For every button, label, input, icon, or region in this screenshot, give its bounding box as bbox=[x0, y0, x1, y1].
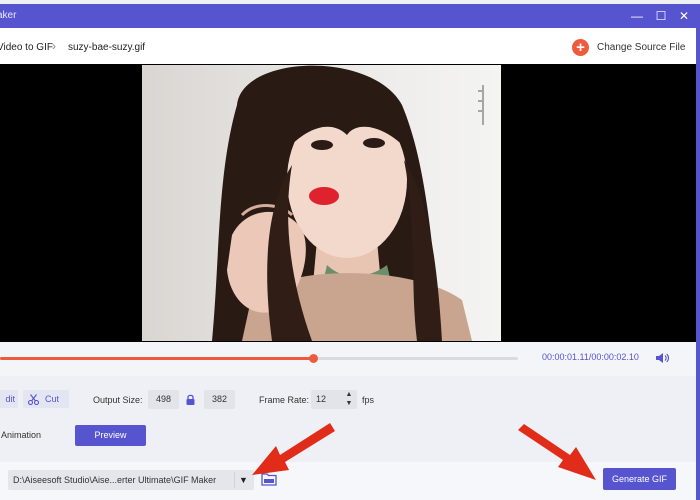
breadcrumb: Video to GIF › suzy-bae-suzy.gif + Chang… bbox=[0, 28, 700, 64]
annotation-arrow-right bbox=[518, 424, 596, 480]
video-frame bbox=[142, 65, 501, 341]
breadcrumb-parent[interactable]: Video to GIF bbox=[0, 42, 53, 53]
width-input[interactable]: 498 bbox=[148, 390, 179, 409]
chevron-up-icon[interactable]: ▲ bbox=[343, 390, 355, 399]
preview-button[interactable]: Preview bbox=[75, 425, 146, 446]
save-path-value: D:\Aiseesoft Studio\Aise...erter Ultimat… bbox=[13, 475, 217, 485]
close-button[interactable]: ✕ bbox=[677, 9, 691, 23]
cut-button[interactable]: Cut bbox=[23, 390, 69, 408]
window-title: aker bbox=[0, 10, 17, 21]
lock-icon[interactable] bbox=[186, 394, 195, 405]
chevron-right-icon: › bbox=[52, 39, 56, 53]
cut-label: Cut bbox=[45, 394, 60, 404]
frame-rate-stepper[interactable]: ▲ ▼ bbox=[343, 390, 355, 409]
annotation-arrow-left bbox=[252, 423, 335, 475]
window-border bbox=[696, 28, 700, 500]
loop-animation-label[interactable]: p Animation bbox=[0, 430, 41, 440]
fps-label: fps bbox=[362, 395, 375, 405]
edit-label: dit bbox=[5, 394, 15, 404]
timeline-bar: 00:00:01.11/00:00:02.10 bbox=[0, 342, 696, 376]
output-size-label: Output Size: bbox=[93, 395, 143, 405]
change-source-file-button[interactable]: + Change Source File bbox=[572, 38, 685, 56]
time-display: 00:00:01.11/00:00:02.10 bbox=[542, 352, 639, 362]
chevron-down-icon[interactable]: ▼ bbox=[343, 399, 355, 408]
edit-button[interactable]: dit bbox=[0, 390, 18, 408]
height-input[interactable]: 382 bbox=[204, 390, 235, 409]
progress-track[interactable] bbox=[0, 354, 518, 363]
plus-icon: + bbox=[572, 38, 589, 56]
playhead-handle[interactable] bbox=[309, 354, 319, 363]
breadcrumb-current: suzy-bae-suzy.gif bbox=[68, 42, 146, 53]
frame-rate-label: Frame Rate: bbox=[259, 395, 310, 405]
volume-icon[interactable] bbox=[655, 352, 669, 364]
title-bar: aker — ☐ ✕ bbox=[0, 4, 700, 28]
generate-gif-button[interactable]: Generate GIF bbox=[603, 468, 676, 490]
minimize-button[interactable]: — bbox=[630, 9, 644, 23]
maximize-button[interactable]: ☐ bbox=[654, 9, 668, 23]
change-source-label: Change Source File bbox=[597, 41, 686, 53]
progress-fill bbox=[0, 357, 314, 360]
save-path-select[interactable]: D:\Aiseesoft Studio\Aise...erter Ultimat… bbox=[8, 470, 254, 490]
scissors-icon bbox=[28, 393, 39, 405]
